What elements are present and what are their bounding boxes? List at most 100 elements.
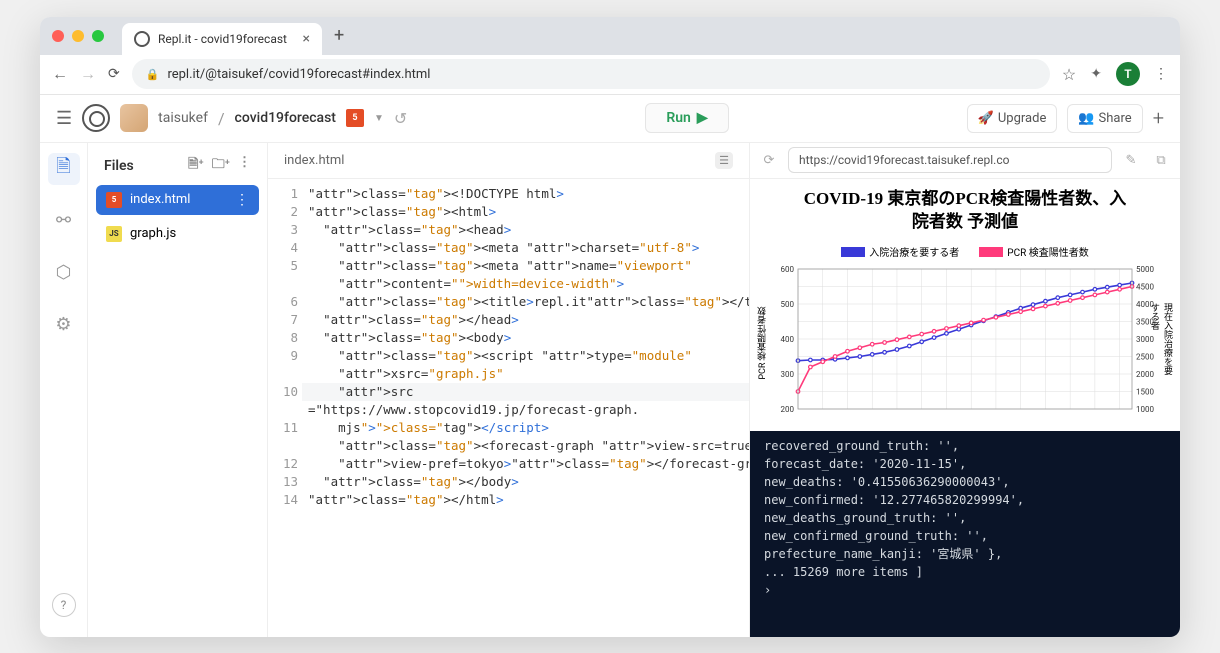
- files-label: Files: [104, 158, 134, 174]
- editor-tab-name[interactable]: index.html: [284, 153, 344, 168]
- profile-avatar[interactable]: T: [1116, 62, 1140, 86]
- svg-text:1500: 1500: [1136, 388, 1154, 397]
- svg-text:500: 500: [781, 300, 795, 309]
- breadcrumb-separator: /: [218, 109, 225, 128]
- help-icon[interactable]: ?: [52, 593, 76, 617]
- file-name: index.html: [130, 192, 190, 207]
- forward-button: →: [80, 64, 96, 84]
- browser-actions: ☆ ✦ T ⋮: [1062, 62, 1168, 86]
- svg-text:1000: 1000: [1136, 405, 1154, 414]
- history-icon[interactable]: ↺: [394, 109, 407, 128]
- preview-url-text: https://covid19forecast.taisukef.repl.co: [799, 153, 1009, 167]
- legend-swatch-blue: [841, 247, 865, 257]
- chart-title: COVID-19 東京都のPCR検査陽性者数、入 院者数 予測値: [760, 187, 1170, 235]
- replit-favicon: [134, 31, 150, 47]
- svg-text:300: 300: [781, 370, 795, 379]
- file-item-index[interactable]: 5 index.html ⋮: [96, 185, 259, 215]
- svg-text:400: 400: [781, 335, 795, 344]
- file-name: graph.js: [130, 226, 176, 241]
- minimize-window-button[interactable]: [72, 30, 84, 42]
- svg-text:5000: 5000: [1136, 265, 1154, 274]
- reload-button[interactable]: ⟳: [108, 66, 120, 82]
- window-controls: [52, 30, 104, 42]
- extensions-icon[interactable]: ✦: [1090, 66, 1102, 82]
- settings-icon[interactable]: ⚙: [48, 309, 80, 341]
- username-link[interactable]: taisukef: [158, 110, 208, 126]
- packages-icon[interactable]: ⬡: [48, 257, 80, 289]
- chart-legend: 入院治療を要する者 PCR 検査陽性者数: [760, 244, 1170, 259]
- tab-title: Repl.it - covid19forecast: [158, 32, 287, 46]
- svg-text:4500: 4500: [1136, 283, 1154, 292]
- preview-reload-icon[interactable]: ⟳: [758, 149, 780, 171]
- open-new-tab-icon[interactable]: ⧉: [1150, 149, 1172, 171]
- run-button[interactable]: Run ▶: [645, 103, 728, 133]
- chart-svg: 2003004005006001000150020002500300035004…: [760, 263, 1170, 423]
- address-bar[interactable]: 🔒 repl.it/@taisukef/covid19forecast#inde…: [132, 59, 1050, 89]
- edit-icon[interactable]: ✎: [1120, 149, 1142, 171]
- close-tab-icon[interactable]: ×: [303, 31, 310, 47]
- editor-panel: index.html ☰ 12345 6789 10 11 121314 "at…: [268, 143, 750, 637]
- js-file-icon: JS: [106, 226, 122, 242]
- files-menu-icon[interactable]: ⋮: [238, 155, 251, 177]
- share-icon: 👥: [1078, 111, 1094, 126]
- rocket-icon: 🚀: [978, 111, 994, 126]
- file-item-graph[interactable]: JS graph.js: [96, 219, 259, 249]
- legend-swatch-pink: [979, 247, 1003, 257]
- run-label: Run: [666, 110, 691, 126]
- share-label: Share: [1099, 111, 1132, 126]
- svg-text:200: 200: [781, 405, 795, 414]
- console-output[interactable]: recovered_ground_truth: '', forecast_dat…: [750, 431, 1180, 636]
- play-icon: ▶: [697, 110, 708, 126]
- code-editor[interactable]: 12345 6789 10 11 121314 "attr">class="ta…: [268, 179, 749, 637]
- files-rail-icon[interactable]: 🗎: [48, 153, 80, 185]
- new-tab-button[interactable]: +: [334, 25, 344, 46]
- share-button[interactable]: 👥 Share: [1067, 104, 1142, 133]
- svg-text:600: 600: [781, 265, 795, 274]
- app-window: Repl.it - covid19forecast × + ← → ⟳ 🔒 re…: [40, 17, 1180, 637]
- chart-title-line2: 院者数 予測値: [912, 212, 1018, 231]
- html-file-icon: 5: [106, 192, 122, 208]
- file-tree: Files 🗎⁺ 🗀⁺ ⋮ 5 index.html ⋮ JS graph.js: [88, 143, 268, 637]
- lock-icon: 🔒: [146, 68, 160, 81]
- legend-label-1: 入院治療を要する者: [869, 244, 959, 259]
- repl-header: ☰ taisukef / covid19forecast 5 ▼ ↺ Run ▶…: [40, 95, 1180, 143]
- upgrade-label: Upgrade: [998, 111, 1046, 126]
- chart-title-line1: COVID-19 東京都のPCR検査陽性者数、入: [804, 189, 1127, 208]
- y2-axis-label: 現在入院治療を要する者: [1148, 303, 1174, 383]
- close-window-button[interactable]: [52, 30, 64, 42]
- version-control-icon[interactable]: ⚯: [48, 205, 80, 237]
- new-folder-icon[interactable]: 🗀⁺: [212, 155, 230, 177]
- preview-viewport: COVID-19 東京都のPCR検査陽性者数、入 院者数 予測値 入院治療を要す…: [750, 179, 1180, 432]
- sidebar-rail: 🗎 ⚯ ⬡ ⚙ ?: [40, 143, 88, 637]
- preview-url-bar[interactable]: https://covid19forecast.taisukef.repl.co: [788, 147, 1112, 173]
- chart-area: PCR 検査陽性者数 現在入院治療を要する者 20030040050060010…: [760, 263, 1170, 423]
- file-menu-icon[interactable]: ⋮: [235, 192, 249, 208]
- chevron-down-icon[interactable]: ▼: [374, 113, 384, 124]
- upgrade-button[interactable]: 🚀 Upgrade: [967, 104, 1058, 133]
- maximize-window-button[interactable]: [92, 30, 104, 42]
- line-gutter: 12345 6789 10 11 121314: [268, 179, 308, 637]
- expand-icon[interactable]: ☰: [715, 152, 733, 169]
- legend-item-pcr: PCR 検査陽性者数: [979, 244, 1088, 259]
- header-actions: 🚀 Upgrade 👥 Share +: [967, 104, 1164, 133]
- code-content[interactable]: "attr">class="tag"><!DOCTYPE html>"attr"…: [308, 179, 749, 637]
- back-button[interactable]: ←: [52, 64, 68, 84]
- browser-tab[interactable]: Repl.it - covid19forecast ×: [122, 23, 322, 55]
- main-content: 🗎 ⚯ ⬡ ⚙ ? Files 🗎⁺ 🗀⁺ ⋮ 5 index.html ⋮: [40, 143, 1180, 637]
- bookmark-icon[interactable]: ☆: [1062, 65, 1076, 84]
- preview-toolbar: ⟳ https://covid19forecast.taisukef.repl.…: [750, 143, 1180, 179]
- add-button[interactable]: +: [1153, 106, 1164, 130]
- y1-axis-label: PCR 検査陽性者数: [756, 306, 769, 379]
- replit-logo-icon[interactable]: [82, 104, 110, 132]
- new-file-icon[interactable]: 🗎⁺: [188, 155, 204, 177]
- user-avatar[interactable]: [120, 104, 148, 132]
- menu-icon[interactable]: ☰: [56, 108, 72, 129]
- repo-name[interactable]: covid19forecast: [235, 110, 336, 126]
- legend-item-hospitalized: 入院治療を要する者: [841, 244, 959, 259]
- files-header: Files 🗎⁺ 🗀⁺ ⋮: [96, 151, 259, 181]
- browser-toolbar: ← → ⟳ 🔒 repl.it/@taisukef/covid19forecas…: [40, 55, 1180, 95]
- url-text: repl.it/@taisukef/covid19forecast#index.…: [167, 67, 430, 82]
- editor-tabbar: index.html ☰: [268, 143, 749, 179]
- legend-label-2: PCR 検査陽性者数: [1007, 244, 1088, 259]
- chrome-menu-icon[interactable]: ⋮: [1154, 66, 1168, 82]
